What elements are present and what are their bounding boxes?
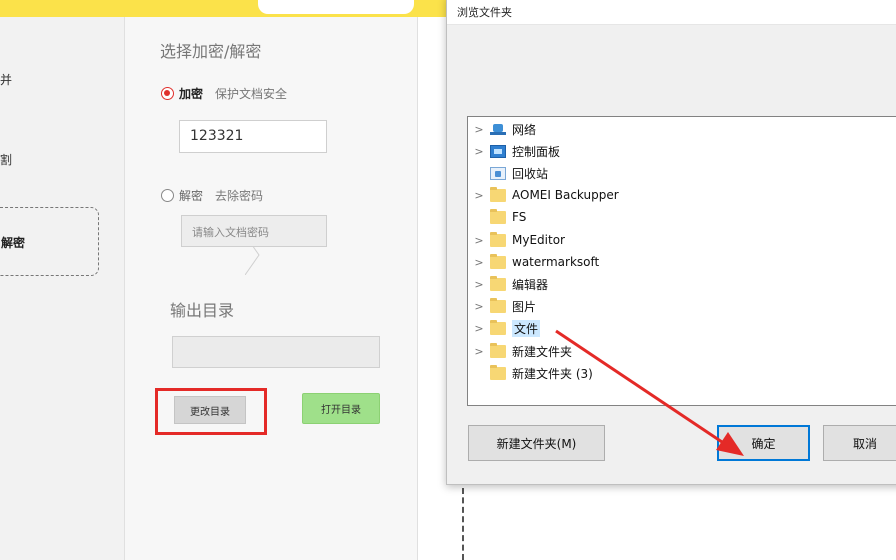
network-icon: [490, 123, 506, 136]
folder-tree[interactable]: > 网络 > 控制面板 > 回收站 > AOMEI Backupper >: [467, 116, 896, 406]
folder-icon: [490, 253, 506, 269]
decrypt-radio[interactable]: [161, 189, 174, 202]
expand-chevron-icon[interactable]: >: [468, 189, 490, 202]
folder-icon: [490, 208, 506, 224]
expand-chevron-icon[interactable]: >: [468, 300, 490, 313]
tree-item-label: FS: [512, 210, 527, 224]
tree-item-watermarksoft[interactable]: > watermarksoft: [468, 251, 896, 273]
control-panel-icon: [490, 144, 506, 158]
tree-item-network[interactable]: > 网络: [468, 118, 896, 140]
tree-item-editor[interactable]: > 编辑器: [468, 273, 896, 295]
dialog-titlebar[interactable]: 浏览文件夹: [447, 0, 896, 25]
dashed-divider: [462, 488, 464, 560]
cancel-button[interactable]: 取消: [823, 425, 896, 461]
open-dir-button[interactable]: 打开目录: [302, 393, 380, 424]
dialog-title: 浏览文件夹: [457, 6, 512, 19]
left-nav: 并 割 解密: [0, 17, 124, 560]
tree-item-files[interactable]: > 文件: [468, 317, 896, 339]
tree-item-recycle-bin[interactable]: > 回收站: [468, 162, 896, 184]
tree-item-label: 控制面板: [512, 144, 561, 159]
ok-button[interactable]: 确定: [717, 425, 810, 461]
tree-item-label: 图片: [512, 299, 537, 314]
tree-item-fs[interactable]: > FS: [468, 206, 896, 228]
tree-item-pictures[interactable]: > 图片: [468, 295, 896, 317]
nav-item-decrypt[interactable]: 解密: [0, 207, 99, 276]
tree-item-label: 新建文件夹: [512, 344, 573, 359]
tree-item-aomei[interactable]: > AOMEI Backupper: [468, 184, 896, 206]
tree-item-label: 新建文件夹 (3): [512, 366, 593, 381]
tree-item-new-folder-3[interactable]: > 新建文件夹 (3): [468, 362, 896, 384]
highlight-frame: [155, 388, 267, 435]
app-window: 并 割 解密 选择加密/解密 加密 保护文档安全 123321 解密 去除密码 …: [0, 0, 896, 560]
expand-chevron-icon[interactable]: >: [468, 278, 490, 291]
decrypt-option[interactable]: 解密 去除密码: [161, 187, 263, 204]
tree-item-control-panel[interactable]: > 控制面板: [468, 140, 896, 162]
mode-section-title: 选择加密/解密: [160, 42, 262, 61]
tree-item-label: 网络: [512, 122, 537, 137]
recycle-bin-icon: [490, 166, 506, 180]
encrypt-option[interactable]: 加密 保护文档安全: [161, 85, 287, 102]
expand-chevron-icon[interactable]: >: [468, 234, 490, 247]
encrypt-label: 加密: [179, 87, 204, 101]
folder-icon: [490, 342, 506, 358]
nav-item-decrypt-label: 解密: [1, 236, 26, 250]
tree-item-label: 文件: [512, 319, 541, 337]
password-input[interactable]: 123321: [179, 120, 327, 153]
output-section-title: 输出目录: [170, 301, 235, 320]
folder-icon: [490, 231, 506, 247]
nav-item-merge[interactable]: 并: [0, 71, 12, 88]
tree-item-new-folder[interactable]: > 新建文件夹: [468, 340, 896, 362]
browse-folder-dialog: 浏览文件夹 > 网络 > 控制面板 > 回收站 > AOMEI Backuppe: [446, 0, 896, 485]
tree-item-label: watermarksoft: [512, 255, 600, 269]
folder-icon: [490, 186, 506, 202]
decrypt-password-input[interactable]: 请输入文档密码: [181, 215, 327, 247]
encrypt-hint: 保护文档安全: [215, 87, 288, 101]
expand-chevron-icon[interactable]: >: [468, 256, 490, 269]
tree-item-label: MyEditor: [512, 233, 565, 247]
tree-item-label: AOMEI Backupper: [512, 188, 619, 202]
encrypt-radio[interactable]: [161, 87, 174, 100]
decrypt-hint: 去除密码: [215, 189, 264, 203]
expand-chevron-icon[interactable]: >: [468, 145, 490, 158]
top-tab[interactable]: [258, 0, 414, 14]
new-folder-button[interactable]: 新建文件夹(M): [468, 425, 605, 461]
output-dir-field[interactable]: [172, 336, 380, 368]
folder-icon: [490, 297, 506, 313]
tree-item-label: 回收站: [512, 166, 549, 181]
folder-icon: [490, 275, 506, 291]
expand-chevron-icon[interactable]: >: [468, 322, 490, 335]
tree-item-label: 编辑器: [512, 277, 549, 292]
folder-icon: [490, 364, 506, 380]
expand-chevron-icon[interactable]: >: [468, 345, 490, 358]
decrypt-label: 解密: [179, 189, 204, 203]
folder-icon: [490, 319, 506, 335]
expand-chevron-icon[interactable]: >: [468, 123, 490, 136]
tree-item-myeditor[interactable]: > MyEditor: [468, 229, 896, 251]
nav-item-split[interactable]: 割: [0, 151, 12, 168]
